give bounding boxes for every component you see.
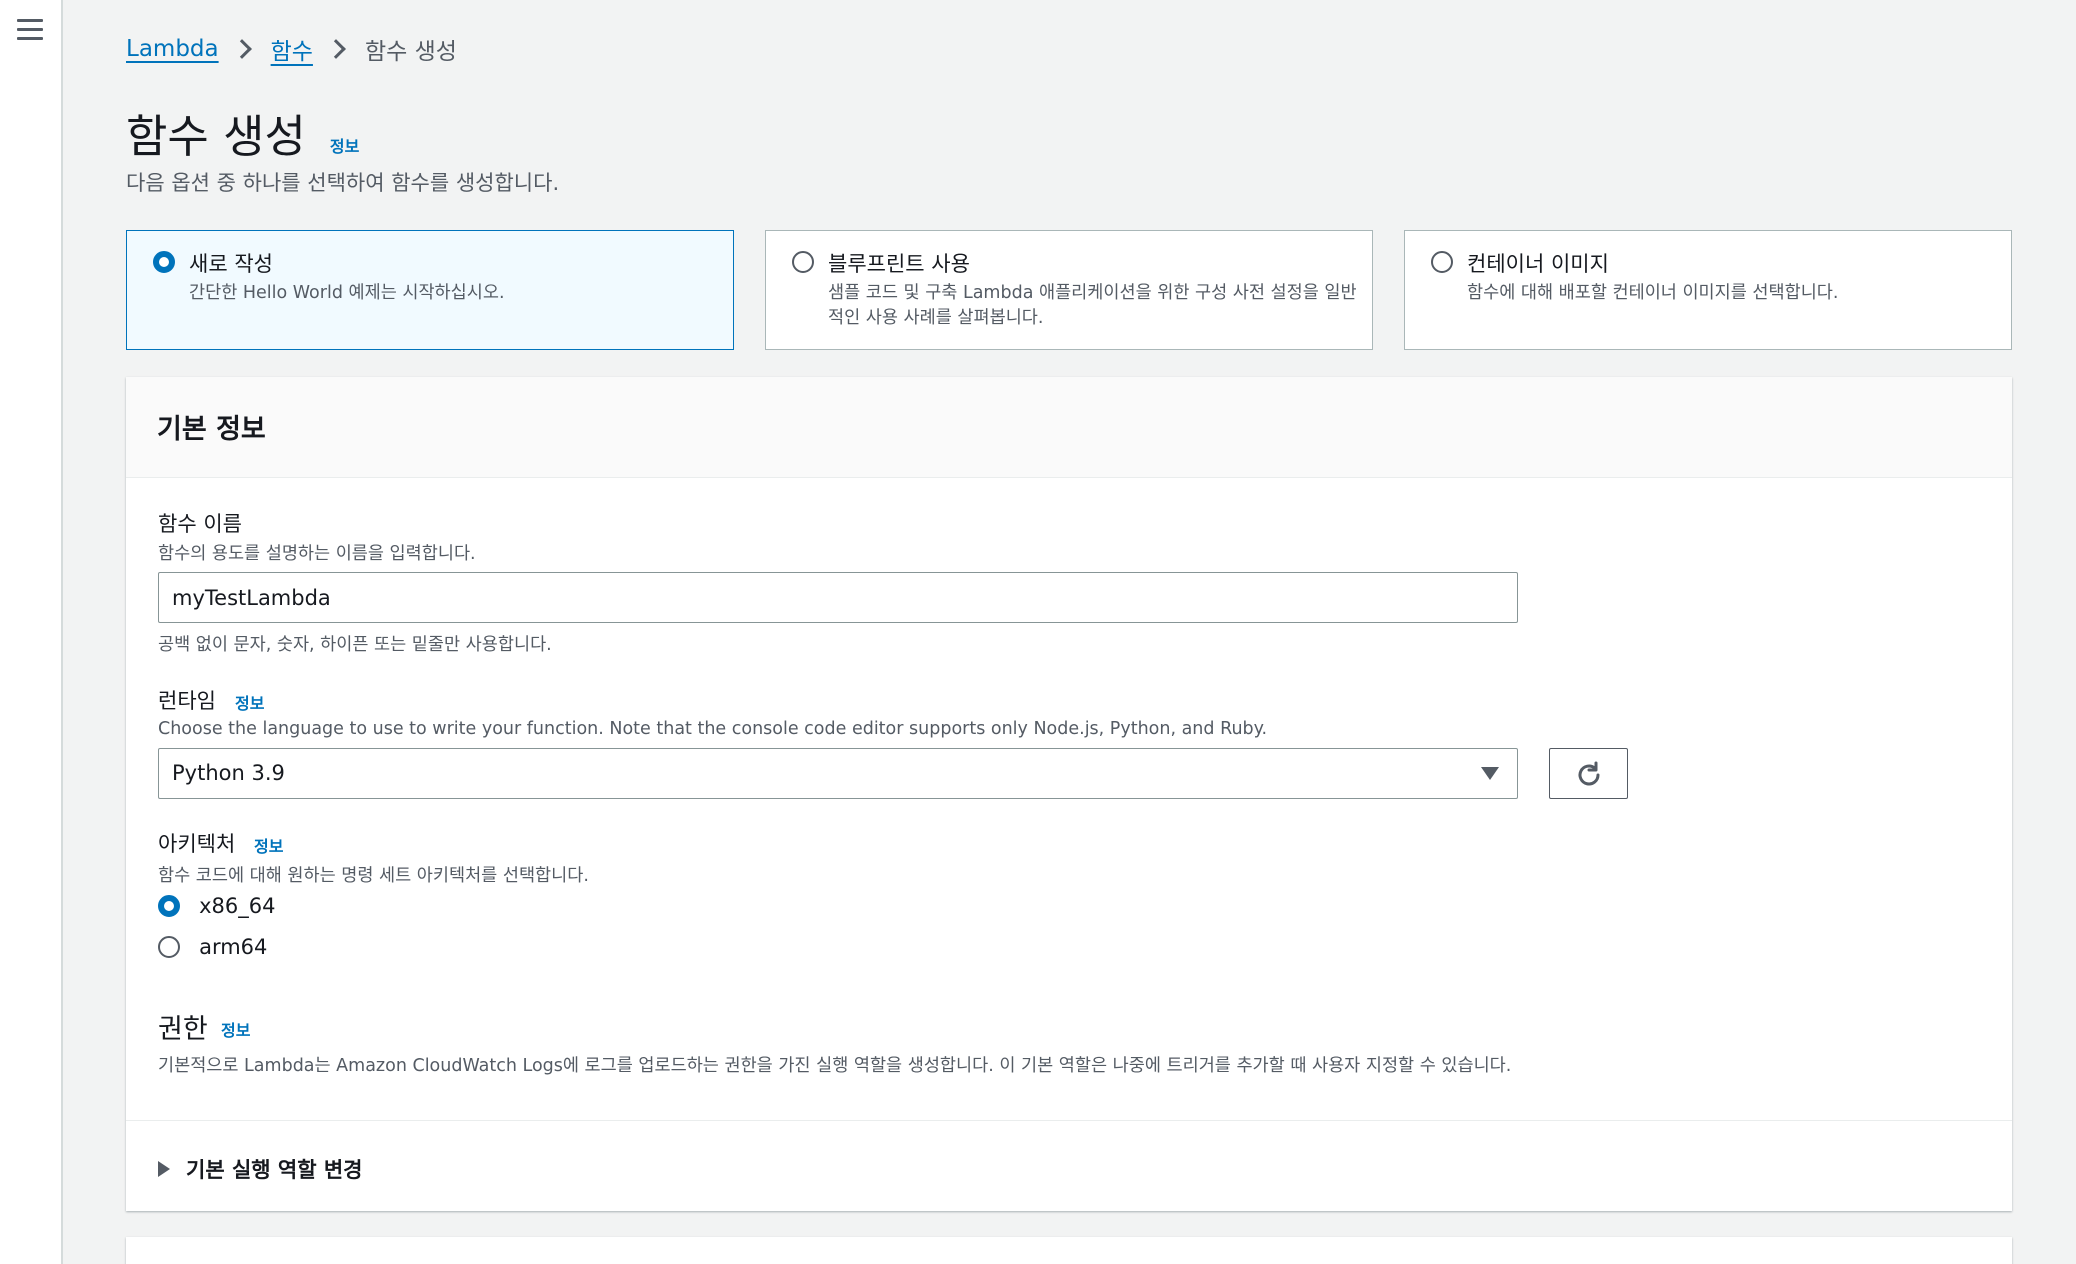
divider: [126, 1120, 2012, 1121]
function-name-input[interactable]: [158, 572, 1518, 623]
function-name-label: 함수 이름: [158, 512, 242, 536]
breadcrumb-lambda-link[interactable]: Lambda: [126, 36, 219, 62]
radio-selected-icon[interactable]: [153, 251, 175, 273]
option-author-from-scratch[interactable]: 새로 작성 간단한 Hello World 예제는 시작하십시오.: [126, 230, 734, 350]
chevron-right-icon: [326, 39, 346, 59]
caret-down-icon: [1481, 767, 1499, 780]
basic-info-container: 기본 정보 함수 이름 함수의 용도를 설명하는 이름을 입력합니다. 공백 없…: [126, 377, 2012, 1211]
function-name-constraint: 공백 없이 문자, 숫자, 하이픈 또는 밑줄만 사용합니다.: [158, 635, 552, 655]
radio-unselected-icon[interactable]: [158, 936, 180, 958]
advanced-settings-container: [126, 1237, 2012, 1264]
option-title: 블루프린트 사용: [828, 252, 970, 276]
architecture-option-x86[interactable]: x86_64: [158, 894, 275, 918]
option-description: 간단한 Hello World 예제는 시작하십시오.: [189, 283, 505, 303]
radio-selected-icon[interactable]: [158, 895, 180, 917]
page-description: 다음 옵션 중 하나를 선택하여 함수를 생성합니다.: [126, 171, 560, 195]
runtime-selected-value: Python 3.9: [172, 761, 285, 785]
refresh-runtime-button[interactable]: [1549, 748, 1628, 799]
refresh-icon: [1578, 761, 1600, 786]
architecture-label: 아키텍처: [158, 832, 236, 856]
option-use-blueprint[interactable]: 블루프린트 사용 샘플 코드 및 구축 Lambda 애플리케이션을 위한 구성…: [765, 230, 1373, 350]
breadcrumb-current: 함수 생성: [364, 39, 457, 65]
page-header: 함수 생성 정보: [126, 100, 359, 165]
container-title: 기본 정보: [157, 414, 266, 445]
side-navigation-rail: [0, 0, 63, 1264]
permissions-title: 권한: [158, 1014, 208, 1045]
option-description: 샘플 코드 및 구축 Lambda 애플리케이션을 위한 구성 사전 설정을 일…: [828, 283, 1357, 328]
hamburger-menu-icon[interactable]: [17, 19, 43, 41]
chevron-right-icon: [231, 39, 252, 59]
option-description: 함수에 대해 배포할 컨테이너 이미지를 선택합니다.: [1467, 283, 1839, 303]
architecture-description: 함수 코드에 대해 원하는 명령 세트 아키텍처를 선택합니다.: [158, 866, 589, 886]
breadcrumb: Lambda 함수 함수 생성: [126, 32, 457, 66]
radio-unselected-icon[interactable]: [792, 251, 814, 273]
function-name-description: 함수의 용도를 설명하는 이름을 입력합니다.: [158, 544, 476, 564]
runtime-info-link[interactable]: 정보: [235, 690, 264, 714]
option-title: 컨테이너 이미지: [1467, 252, 1609, 276]
page-title: 함수 생성: [126, 110, 306, 163]
option-container-image[interactable]: 컨테이너 이미지 함수에 대해 배포할 컨테이너 이미지를 선택합니다.: [1404, 230, 2012, 350]
permissions-description: 기본적으로 Lambda는 Amazon CloudWatch Logs에 로그…: [158, 1056, 1512, 1076]
breadcrumb-functions-link[interactable]: 함수: [271, 32, 313, 66]
option-title: 새로 작성: [189, 252, 273, 276]
radio-unselected-icon[interactable]: [1431, 251, 1453, 273]
runtime-description: Choose the language to use to write your…: [158, 719, 1268, 739]
architecture-option-arm64[interactable]: arm64: [158, 935, 267, 959]
caret-right-icon: [158, 1161, 170, 1177]
architecture-option-label: arm64: [199, 935, 268, 959]
architecture-info-link[interactable]: 정보: [254, 833, 283, 857]
permissions-info-link[interactable]: 정보: [221, 1017, 250, 1041]
runtime-select[interactable]: Python 3.9: [158, 748, 1518, 799]
container-header: 기본 정보: [126, 377, 2012, 478]
architecture-option-label: x86_64: [199, 894, 276, 918]
page-info-link[interactable]: 정보: [330, 133, 359, 157]
change-execution-role-expander[interactable]: 기본 실행 역할 변경: [158, 1154, 363, 1184]
expander-label: 기본 실행 역할 변경: [186, 1158, 363, 1182]
runtime-label: 런타임: [158, 689, 216, 713]
